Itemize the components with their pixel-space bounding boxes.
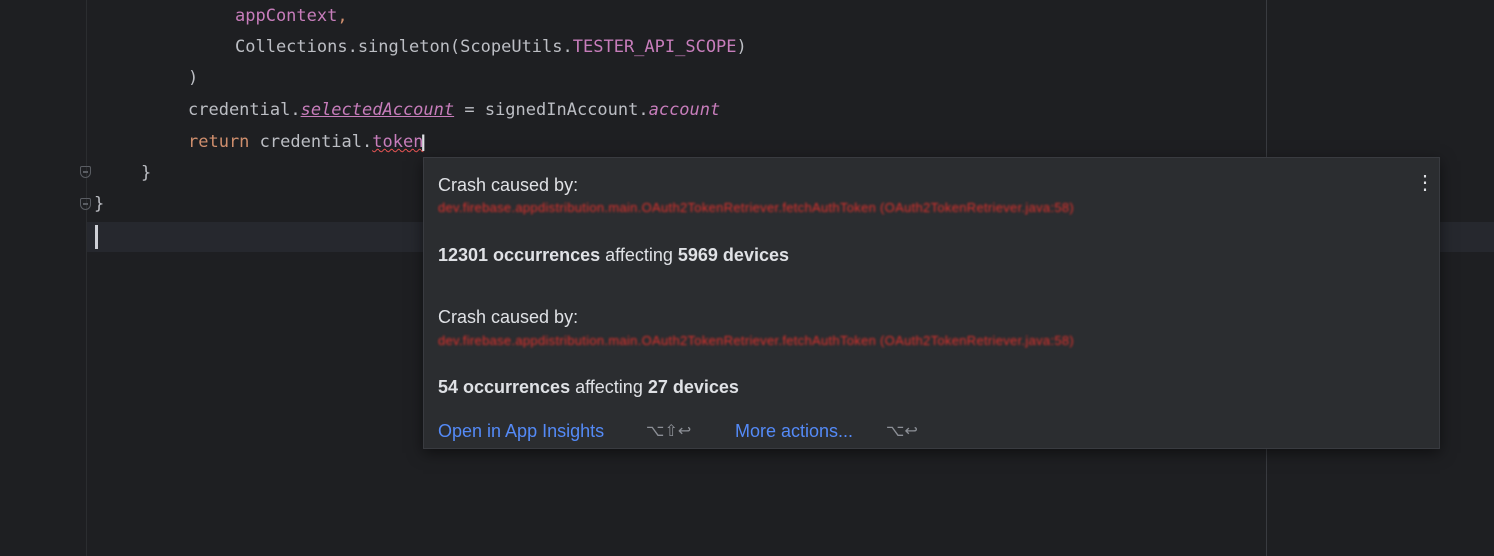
crash-2-stack-frame[interactable]: dev.firebase.appdistribution.main.OAuth2… xyxy=(438,333,1074,348)
code-line-6[interactable]: } xyxy=(141,161,151,185)
code-line-5[interactable]: return credential.token xyxy=(188,130,423,154)
crash-1-stats: 12301 occurrences affecting 5969 devices xyxy=(438,245,789,266)
text-caret xyxy=(95,225,98,249)
code-keyword: return xyxy=(188,132,250,152)
fold-icon[interactable] xyxy=(80,166,91,178)
crash-1-occurrences: 12301 occurrences xyxy=(438,245,601,265)
code-object: credential. xyxy=(188,100,301,120)
code-call: Collections.singleton(ScopeUtils. xyxy=(235,37,573,57)
more-actions-shortcut-hint: ⌥↩ xyxy=(886,421,918,440)
code-brace: } xyxy=(94,194,105,214)
more-options-icon[interactable]: ⋮ xyxy=(1415,172,1435,194)
code-line-1[interactable]: appContext, xyxy=(235,4,348,28)
ibeam-cursor-icon: I xyxy=(420,132,427,157)
crash-1-affecting: affecting xyxy=(605,245,673,265)
code-identifier: appContext xyxy=(235,6,338,26)
code-constant: TESTER_API_SCOPE xyxy=(572,37,737,57)
crash-2-devices: 27 devices xyxy=(647,377,739,397)
more-actions-link[interactable]: More actions... xyxy=(735,421,853,442)
code-property: selectedAccount xyxy=(300,100,455,120)
code-punct: , xyxy=(337,6,348,26)
code-brace: } xyxy=(141,163,152,183)
code-property-token[interactable]: token xyxy=(372,132,423,152)
code-assign: = signedInAccount. xyxy=(454,100,649,120)
crash-1-stack-frame[interactable]: dev.firebase.appdistribution.main.OAuth2… xyxy=(438,200,1074,215)
code-line-2[interactable]: Collections.singleton(ScopeUtils.TESTER_… xyxy=(235,35,747,59)
code-line-4[interactable]: credential.selectedAccount = signedInAcc… xyxy=(188,98,720,122)
code-object: credential. xyxy=(249,132,373,152)
gutter-divider xyxy=(86,0,87,556)
code-property: account xyxy=(648,100,721,120)
code-line-3[interactable]: ) xyxy=(188,66,198,90)
code-punct: ) xyxy=(188,68,199,88)
open-in-app-insights-link[interactable]: Open in App Insights xyxy=(438,421,604,442)
crash-2-occurrences: 54 occurrences xyxy=(438,377,571,397)
crash-insights-popup: ⋮ Crash caused by: dev.firebase.appdistr… xyxy=(423,157,1440,449)
code-punct: ) xyxy=(736,37,747,57)
fold-icon[interactable] xyxy=(80,198,91,210)
crash-1-label: Crash caused by: xyxy=(438,175,579,195)
open-shortcut-hint: ⌥⇧↩ xyxy=(646,421,692,440)
code-line-7[interactable]: } xyxy=(94,192,104,216)
crash-2-stats: 54 occurrences affecting 27 devices xyxy=(438,377,739,398)
crash-2-affecting: affecting xyxy=(575,377,643,397)
crash-2-label: Crash caused by: xyxy=(438,307,579,327)
crash-1-devices: 5969 devices xyxy=(677,245,789,265)
